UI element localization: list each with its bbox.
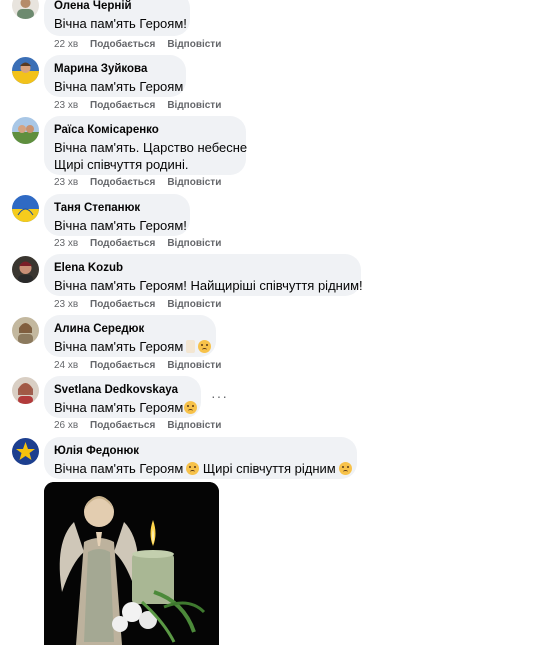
comment-time[interactable]: 26 хв — [54, 420, 90, 432]
like-button[interactable]: Подобається — [90, 360, 155, 371]
like-button[interactable]: Подобається — [90, 299, 155, 310]
avatar[interactable] — [12, 256, 39, 283]
avatar[interactable] — [12, 317, 39, 344]
comment-time[interactable]: 24 хв — [54, 360, 90, 372]
comment-text: Вічна пам'ять. Царство небесне — [54, 140, 248, 155]
comment-text-content: Вічна пам'ять Героям — [54, 461, 184, 476]
comment-meta: 23 хв Подобається Відповісти — [54, 299, 233, 311]
comment-text-content: Щирі співчуття рідним — [202, 461, 336, 476]
more-options-icon[interactable]: ··· — [211, 388, 228, 404]
comment-author[interactable]: Юлія Федонюк — [54, 444, 347, 458]
sad-face-icon — [338, 462, 352, 475]
sad-face-icon — [186, 462, 200, 475]
reply-button[interactable]: Відповісти — [167, 420, 221, 431]
comment-meta: 24 хв Подобається Відповісти — [54, 360, 233, 372]
comment-attached-image[interactable] — [44, 482, 219, 645]
comment-author[interactable]: Алина Середюк — [54, 322, 206, 336]
comment-meta: 26 хв Подобається Відповісти — [54, 420, 233, 432]
reply-button[interactable]: Відповісти — [167, 100, 221, 111]
comment-text: Вічна пам'ять Героям! — [54, 218, 187, 233]
crying-face-icon — [184, 401, 198, 414]
reply-button[interactable]: Відповісти — [167, 238, 221, 249]
comment-text-content: Вічна пам'ять Героям — [54, 339, 184, 354]
angel-candle-image — [44, 482, 219, 645]
avatar[interactable] — [12, 377, 39, 404]
comment-bubble: Раїса Комісаренко Вічна пам'ять. Царство… — [44, 116, 248, 175]
comment-text: Вічна пам'ять Героям — [54, 338, 212, 355]
sad-face-icon — [198, 340, 212, 353]
comment-bubble: Таня Степанюк Вічна пам'ять Героям! — [44, 194, 190, 236]
reply-button[interactable]: Відповісти — [167, 360, 221, 371]
comment-time[interactable]: 23 хв — [54, 100, 90, 112]
comment-time[interactable]: 23 хв — [54, 299, 90, 311]
like-button[interactable]: Подобається — [90, 238, 155, 249]
comment-author[interactable]: Олена Черній — [54, 0, 180, 13]
comment-author[interactable]: Elena Kozub — [54, 261, 351, 275]
comment-text: Вічна пам'ять Героям! — [54, 16, 187, 31]
comment-text-content: Вічна пам'ять Героям — [54, 400, 184, 415]
comment-time[interactable]: 23 хв — [54, 177, 90, 189]
comment-time[interactable]: 22 хв — [54, 39, 90, 51]
reply-button[interactable]: Відповісти — [167, 39, 221, 50]
comment-text: Вічна пам'ять Героям — [54, 79, 184, 94]
like-button[interactable]: Подобається — [90, 100, 155, 111]
comment-meta: 23 хв Подобається Відповісти — [54, 177, 233, 189]
comment-author[interactable]: Таня Степанюк — [54, 201, 180, 215]
like-button[interactable]: Подобається — [90, 177, 155, 188]
avatar[interactable] — [12, 438, 39, 465]
comment-author[interactable]: Раїса Комісаренко — [54, 123, 236, 137]
folded-hands-icon — [186, 340, 196, 353]
comment-bubble: Elena Kozub Вічна пам'ять Героям! Найщир… — [44, 254, 363, 296]
avatar[interactable] — [12, 195, 39, 222]
comment-bubble: Марина Зуйкова Вічна пам'ять Героям — [44, 55, 186, 97]
comment-bubble: Svetlana Dedkovskaya Вічна пам'ять Героя… — [44, 376, 201, 418]
reply-button[interactable]: Відповісти — [167, 299, 221, 310]
like-button[interactable]: Подобається — [90, 39, 155, 50]
comment-meta: 22 хв Подобається Відповісти — [54, 39, 233, 51]
comment-text-line: Щирі співчуття родині. — [54, 157, 189, 172]
comment-author[interactable]: Svetlana Dedkovskaya — [54, 383, 191, 397]
comment-bubble: Алина Середюк Вічна пам'ять Героям — [44, 315, 216, 357]
comment-meta: 23 хв Подобається Відповісти — [54, 100, 233, 112]
comment-bubble: Юлія Федонюк Вічна пам'ять Героям Щирі с… — [44, 437, 357, 479]
avatar[interactable] — [12, 0, 39, 19]
comment-author[interactable]: Марина Зуйкова — [54, 62, 176, 76]
avatar[interactable] — [12, 57, 39, 84]
comment-meta: 23 хв Подобається Відповісти — [54, 238, 233, 250]
comment-bubble: Олена Черній Вічна пам'ять Героям! — [44, 0, 190, 36]
comment-text: Вічна пам'ять Героям! Найщиріші співчутт… — [54, 278, 363, 293]
reply-button[interactable]: Відповісти — [167, 177, 221, 188]
like-button[interactable]: Подобається — [90, 420, 155, 431]
avatar[interactable] — [12, 117, 39, 144]
comment-time[interactable]: 23 хв — [54, 238, 90, 250]
comment-text: Вічна пам'ять Героям — [54, 399, 198, 416]
comments-feed: Олена Черній Вічна пам'ять Героям! 22 хв… — [0, 0, 553, 645]
comment-text: Вічна пам'ять Героям Щирі співчуття рідн… — [54, 460, 352, 477]
